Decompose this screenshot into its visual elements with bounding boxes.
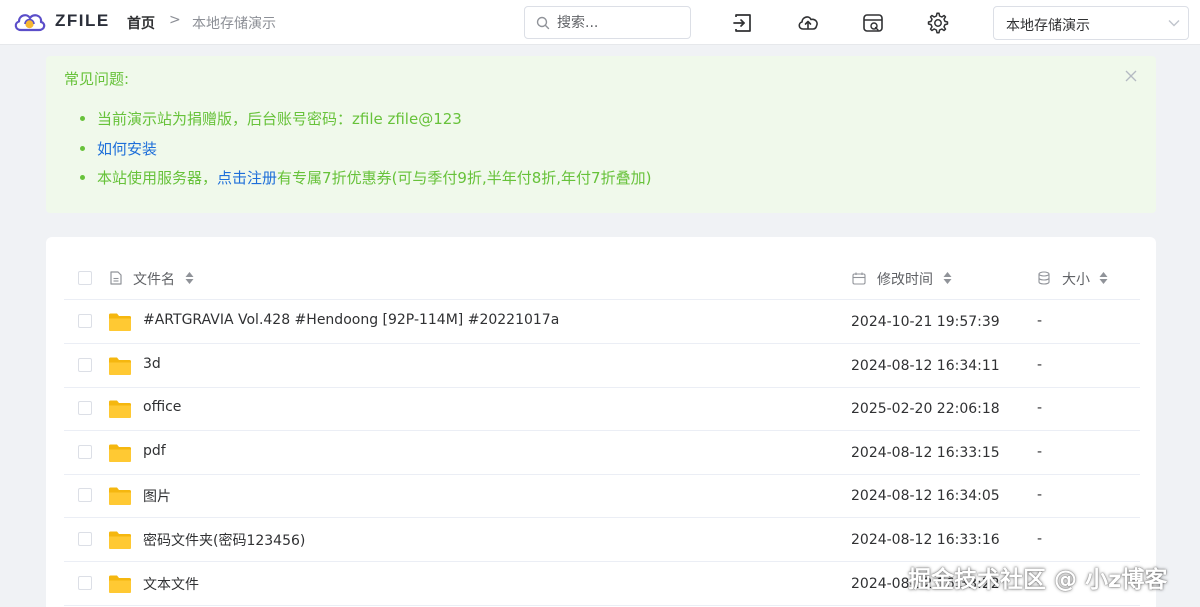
row-checkbox[interactable]	[78, 532, 92, 546]
file-modified-time: 2025-02-20 22:06:18	[851, 401, 1000, 418]
notice-item-text: 有专属7折优惠券(可与季付9折,半年付8折,年付7折叠加)	[277, 169, 652, 187]
folder-icon	[109, 487, 131, 506]
table-row[interactable]: 密码文件夹(密码123456) 2024-08-12 16:33:16 -	[64, 518, 1140, 562]
breadcrumb-current: 本地存储演示	[192, 16, 276, 32]
file-modified-time: 2024-08-12 16:34:05	[851, 488, 1000, 505]
file-size: -	[1037, 487, 1043, 504]
storage-select[interactable]: 本地存储演示	[993, 6, 1189, 40]
table-header: 文件名 修改时间 大小	[64, 255, 1140, 300]
notice-title: 常见问题:	[64, 70, 130, 88]
faq-notice: 常见问题: 当前演示站为捐赠版，后台账号密码：zfile zfile@123 如…	[46, 56, 1156, 213]
table-row[interactable]: 图片 2024-08-12 16:34:05 -	[64, 474, 1140, 519]
storage-icon[interactable]	[861, 11, 885, 35]
register-link[interactable]: 点击注册	[217, 169, 277, 187]
file-size: -	[1037, 313, 1043, 329]
file-icon	[110, 271, 122, 285]
column-header-size[interactable]: 大小	[1062, 269, 1090, 289]
row-checkbox[interactable]	[78, 357, 92, 372]
notice-item-text: 本站使用服务器，	[97, 169, 218, 187]
file-modified-time: 2024-10-21 19:57:39	[851, 314, 1000, 330]
row-checkbox[interactable]	[78, 488, 92, 503]
close-icon[interactable]	[1124, 69, 1138, 83]
column-header-name[interactable]: 文件名	[133, 269, 175, 289]
notice-item: 当前演示站为捐赠版，后台账号密码：zfile zfile@123	[80, 108, 651, 138]
sort-icon[interactable]	[185, 271, 194, 285]
row-checkbox[interactable]	[78, 401, 92, 416]
search-icon	[536, 16, 550, 30]
folder-icon	[109, 400, 131, 419]
search-input[interactable]	[557, 13, 682, 33]
folder-icon	[109, 313, 131, 331]
calendar-icon	[852, 272, 866, 285]
notice-list: 当前演示站为捐赠版，后台账号密码：zfile zfile@123 如何安装 本站…	[80, 108, 651, 197]
storage-select-value: 本地存储演示	[1006, 18, 1090, 34]
gear-icon[interactable]	[926, 11, 950, 35]
file-modified-time: 2024-08-12 16:33:15	[851, 444, 1000, 461]
select-all-checkbox[interactable]	[78, 271, 92, 285]
file-size: -	[1037, 531, 1043, 547]
breadcrumb-separator: >	[169, 12, 181, 28]
file-modified-time: 2024-08-12 16:34:11	[851, 357, 1000, 374]
notice-item: 如何安装	[80, 138, 651, 168]
file-name[interactable]: 图片	[143, 486, 171, 506]
login-icon[interactable]	[731, 11, 755, 35]
row-checkbox[interactable]	[78, 575, 92, 590]
brand-name: ZFILE	[55, 11, 110, 30]
folder-icon	[109, 357, 131, 375]
cloud-logo-icon[interactable]	[12, 8, 46, 34]
breadcrumb-home[interactable]: 首页	[127, 13, 155, 33]
sort-icon[interactable]	[1099, 271, 1108, 285]
file-name[interactable]: pdf	[143, 443, 166, 459]
sort-icon[interactable]	[943, 271, 952, 285]
install-guide-link[interactable]: 如何安装	[97, 140, 157, 158]
file-name[interactable]: 文本文件	[143, 574, 199, 594]
file-name[interactable]: 3d	[143, 356, 161, 372]
table-row[interactable]: office 2025-02-20 22:06:18 -	[64, 387, 1140, 432]
row-checkbox[interactable]	[78, 314, 92, 328]
file-size: -	[1037, 356, 1043, 373]
notice-item: 本站使用服务器，点击注册有专属7折优惠券(可与季付9折,半年付8折,年付7折叠加…	[80, 167, 651, 197]
folder-icon	[109, 575, 131, 593]
row-checkbox[interactable]	[78, 444, 92, 459]
database-icon	[1038, 271, 1050, 285]
top-header: ZFILE 首页 > 本地存储演示 本地存储演示	[0, 0, 1200, 45]
file-modified-time: 2024-08-12 16:33:16	[851, 532, 1000, 548]
file-name[interactable]: #ARTGRAVIA Vol.428 #Hendoong [92P-114M] …	[143, 312, 559, 328]
column-header-time[interactable]: 修改时间	[877, 269, 933, 289]
file-name[interactable]: office	[143, 399, 181, 415]
table-row[interactable]: #ARTGRAVIA Vol.428 #Hendoong [92P-114M] …	[64, 300, 1140, 344]
table-row[interactable]: 3d 2024-08-12 16:34:11 -	[64, 344, 1140, 388]
folder-icon	[109, 531, 131, 549]
file-size: -	[1037, 400, 1043, 417]
upload-cloud-icon[interactable]	[796, 11, 820, 35]
file-size: -	[1037, 443, 1043, 460]
table-row[interactable]: pdf 2024-08-12 16:33:15 -	[64, 431, 1140, 475]
chevron-down-icon	[1168, 20, 1180, 27]
folder-icon	[109, 444, 131, 462]
notice-item-text: 当前演示站为捐赠版，后台账号密码：zfile zfile@123	[97, 110, 462, 128]
file-name[interactable]: 密码文件夹(密码123456)	[143, 530, 305, 550]
watermark: 掘金技术社区 @ 小z博客	[908, 567, 1168, 593]
search-box[interactable]	[524, 6, 691, 39]
file-list-card: 文件名 修改时间 大小 #ARTGRAVIA Vol.428 #Hendoong…	[46, 237, 1156, 607]
